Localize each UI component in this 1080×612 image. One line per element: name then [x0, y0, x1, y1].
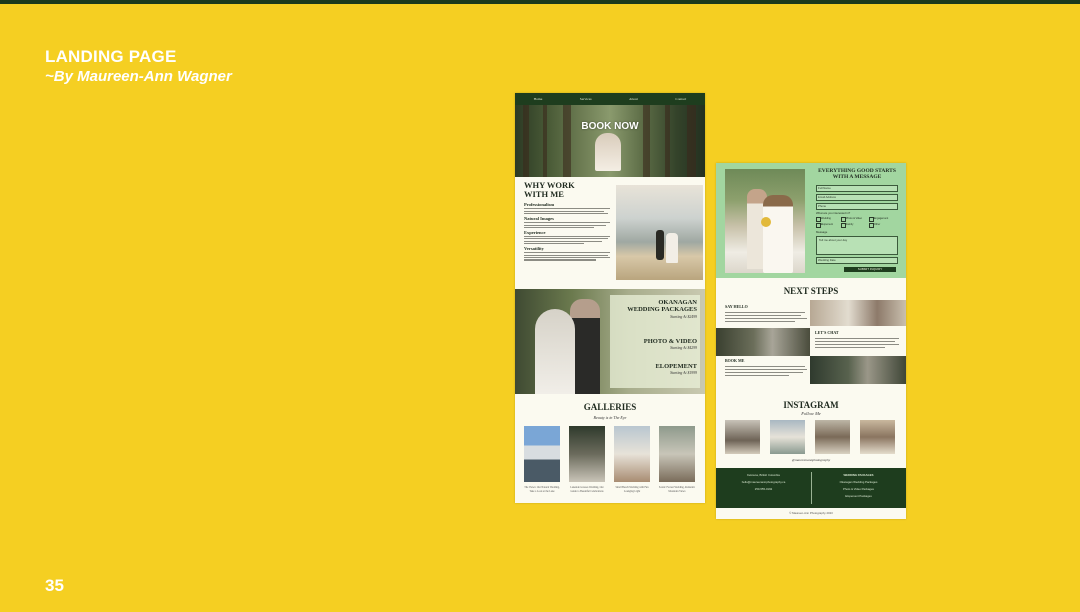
next-steps-section: NEXT STEPS SAY HELLO LET'S CHAT BOOK ME: [716, 278, 906, 398]
galleries-subheading: Beauty is in The Eye: [593, 415, 627, 420]
footer-phone[interactable]: 250-555-0192: [716, 486, 811, 493]
gallery-thumb[interactable]: [659, 426, 695, 482]
nav-item-services[interactable]: Services: [580, 97, 592, 101]
why-work-with-me-section: WHY WORK WITH ME Professionalism Natural …: [515, 177, 705, 289]
footer-packages-heading: WEDDING PACKAGES: [843, 473, 874, 477]
instagram-handle[interactable]: @maureenannphotography: [716, 458, 906, 462]
message-label: Message: [816, 230, 828, 234]
point-versatility: Versatility: [524, 245, 544, 251]
option-label: Engagement: [874, 217, 889, 220]
package-photo-video-title[interactable]: PHOTO & VIDEO: [644, 338, 697, 345]
hero-couple-image: [595, 133, 621, 171]
nav-item-contact[interactable]: Contact: [675, 97, 686, 101]
package-okanagan-title[interactable]: OKANAGAN WEDDING PACKAGES: [627, 299, 697, 313]
footer-location: Kelowna, British Columbia: [747, 473, 780, 477]
point-professionalism: Professionalism: [524, 202, 555, 207]
contact-section: EVERYTHING GOOD STARTS WITH A MESSAGE Ful…: [716, 163, 906, 278]
nav-item-about[interactable]: About: [629, 97, 638, 101]
footer-link[interactable]: Okanagan Wedding Packages: [811, 479, 906, 486]
footer: Kelowna, British Columbia hello@maureena…: [716, 468, 906, 508]
instagram-subheading: Follow Me: [801, 411, 821, 416]
contact-heading: EVERYTHING GOOD STARTS WITH A MESSAGE: [818, 168, 896, 180]
couple-photo: [810, 356, 906, 384]
option-label: Family: [846, 223, 854, 226]
email-field[interactable]: Email Address: [816, 194, 898, 201]
landing-mockup-contact: EVERYTHING GOOD STARTS WITH A MESSAGE Ful…: [716, 163, 906, 519]
couple-photo: [716, 328, 810, 356]
instagram-thumb[interactable]: [860, 420, 895, 454]
footer-link[interactable]: Photo & Video Packages: [811, 486, 906, 493]
gallery-caption: The Views: Our Natural Wedding, Take a L…: [524, 486, 560, 493]
wedding-date-field[interactable]: Wedding Date: [816, 257, 898, 264]
point-natural-images: Natural Images: [524, 215, 554, 221]
step-say-hello: SAY HELLO: [725, 304, 748, 309]
slide-subtitle: ~By Maureen-Ann Wagner: [45, 68, 232, 85]
landing-mockup-home: Home Services About Contact BOOK NOW WHY…: [515, 93, 705, 503]
copyright: © Maureen-Ann Photography 2023: [789, 511, 833, 515]
instagram-section: INSTAGRAM Follow Me @maureenannphotograp…: [716, 398, 906, 468]
gallery-thumb[interactable]: [524, 426, 560, 482]
instagram-thumb[interactable]: [815, 420, 850, 454]
nav-item-home[interactable]: Home: [534, 97, 543, 101]
slide-title: LANDING PAGE: [45, 47, 177, 66]
phone-field[interactable]: Phone: [816, 203, 898, 210]
full-name-field[interactable]: Full Name: [816, 185, 898, 192]
gallery-thumb[interactable]: [614, 426, 650, 482]
galleries-heading: GALLERIES: [583, 402, 637, 412]
gallery-caption: Lakeside Grasses Wedding, Our Guide to B…: [570, 486, 604, 493]
instagram-heading: INSTAGRAM: [783, 400, 839, 410]
option-label: Elopement: [821, 223, 833, 226]
couple-mountain-photo: [616, 185, 703, 280]
gallery-caption: Scenic Forrest Wedding, Romantic Mountai…: [658, 486, 696, 493]
message-textarea[interactable]: Tell me about your day: [816, 236, 898, 255]
couple-photo: [810, 300, 906, 326]
point-experience: Experience: [524, 229, 546, 235]
submit-button[interactable]: SUBMIT INQUIRY: [844, 267, 896, 272]
package-photo-video-price: Starting At $4299: [670, 346, 697, 350]
step-book-me: BOOK ME: [725, 358, 745, 363]
interest-question: What are you interested in?: [816, 211, 851, 215]
instagram-thumb[interactable]: [725, 420, 760, 454]
package-okanagan-price: Starting At $2499: [670, 315, 697, 319]
gallery-thumb[interactable]: [569, 426, 605, 482]
step-lets-chat: LET'S CHAT: [815, 330, 839, 335]
packages-section: OKANAGAN WEDDING PACKAGES Starting At $24…: [515, 289, 705, 394]
footer-email[interactable]: hello@maureenannphotography.ca: [716, 479, 811, 486]
mockup-nav: Home Services About Contact: [515, 93, 705, 105]
couple-vineyard-photo: [725, 169, 805, 273]
why-heading: WHY WORK WITH ME: [524, 180, 575, 199]
top-accent-bar: [0, 0, 1080, 4]
hero-forest-image: BOOK NOW: [515, 105, 705, 177]
footer-link[interactable]: Elopement Packages: [811, 493, 906, 500]
galleries-section: GALLERIES Beauty is in The Eye The Views…: [515, 394, 705, 503]
book-now-button[interactable]: BOOK NOW: [515, 121, 705, 132]
package-elopement-price: Starting At $1999: [670, 371, 697, 375]
gallery-caption: Small Beach Wedding with Fun Lounging Li…: [615, 486, 649, 493]
option-label: Photo & Video: [846, 217, 862, 220]
package-elopement-title[interactable]: ELOPEMENT: [655, 363, 697, 370]
next-steps-heading: NEXT STEPS: [783, 286, 839, 296]
option-label: Wedding: [821, 217, 831, 220]
instagram-thumb[interactable]: [770, 420, 805, 454]
page-number: 35: [45, 576, 64, 595]
option-label: Other: [874, 223, 881, 226]
